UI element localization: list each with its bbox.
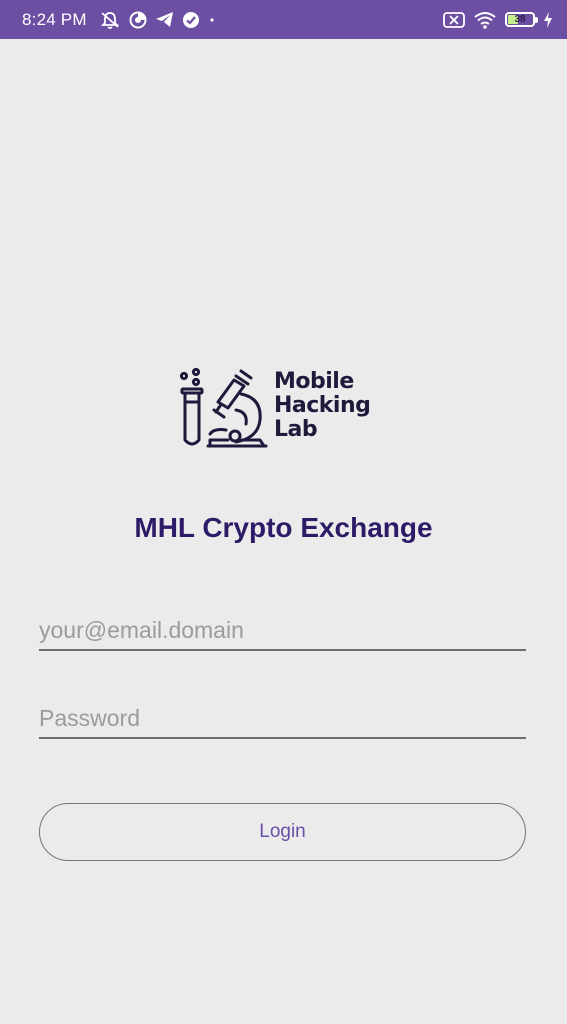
email-input[interactable] — [39, 611, 526, 649]
app-title: MHL Crypto Exchange — [134, 512, 433, 543]
logo-text: Mobile Hacking Lab — [274, 369, 371, 442]
sim-missing-icon — [443, 11, 465, 28]
mute-notifications-icon — [99, 10, 121, 30]
battery-icon: 38 — [505, 12, 538, 27]
charging-icon — [543, 11, 553, 28]
check-circle-icon — [182, 11, 200, 29]
telegram-icon — [155, 11, 174, 28]
dot-icon — [208, 16, 216, 24]
microscope-logo-icon — [179, 367, 268, 448]
email-field[interactable] — [39, 611, 526, 651]
logo-line-3: Lab — [274, 417, 318, 442]
mhl-logo: Mobile Hacking Lab — [178, 362, 390, 454]
logo-line-1: Mobile — [274, 369, 354, 394]
password-field[interactable] — [39, 699, 526, 739]
wifi-icon — [473, 11, 497, 29]
status-bar: 8:24 PM 38 — [0, 0, 567, 39]
password-input[interactable] — [39, 699, 526, 737]
data-saver-icon — [129, 11, 147, 29]
status-left: 8:24 PM — [22, 10, 216, 30]
login-button[interactable]: Login — [39, 803, 526, 861]
logo-line-2: Hacking — [274, 393, 371, 418]
status-time: 8:24 PM — [22, 9, 87, 29]
battery-nub — [535, 17, 538, 23]
battery-level: 38 — [514, 13, 526, 25]
status-right: 38 — [443, 11, 553, 29]
